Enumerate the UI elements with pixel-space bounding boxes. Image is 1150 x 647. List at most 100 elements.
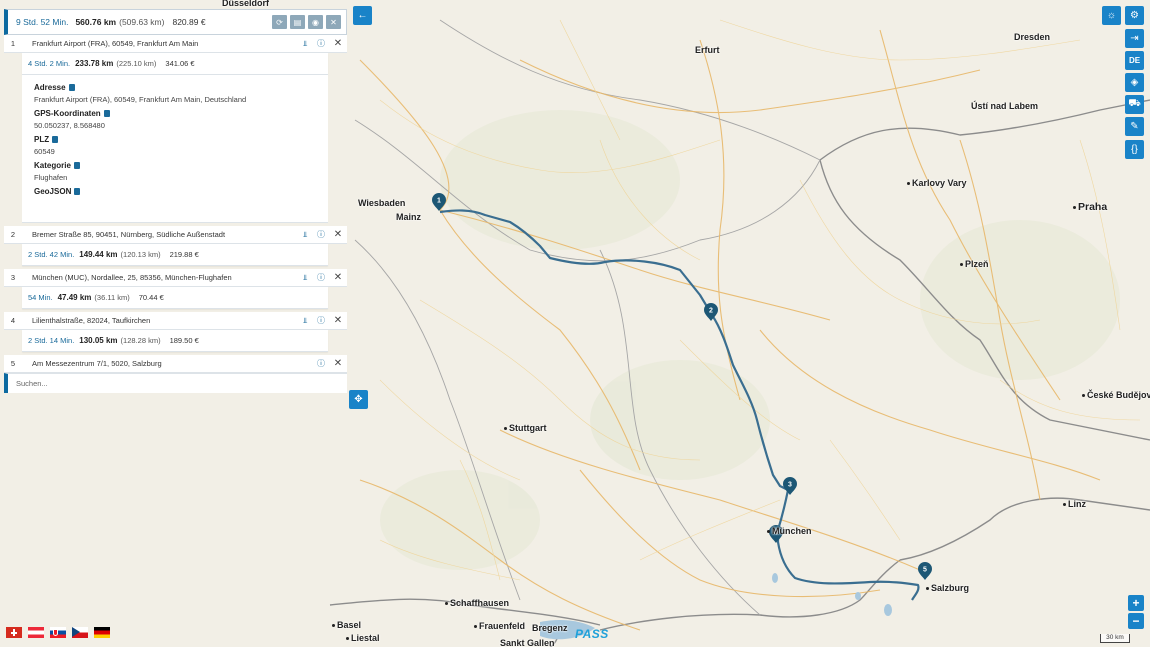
settings-sliders-icon[interactable]: ⫫ bbox=[297, 273, 313, 283]
svg-text:2: 2 bbox=[709, 308, 713, 315]
detail-label: Kategorie bbox=[34, 161, 316, 170]
stop-address: Am Messezentrum 7/1, 5020, Salzburg bbox=[32, 359, 162, 368]
layers-icon[interactable]: ◈ bbox=[1125, 73, 1144, 92]
leg-distance: 149.44 km bbox=[79, 250, 118, 259]
remove-stop-icon[interactable]: ✕ bbox=[329, 315, 347, 326]
austria-flag-icon[interactable] bbox=[28, 627, 44, 638]
total-distance-toll: (509.63 km) bbox=[119, 17, 165, 27]
info-icon[interactable]: ⓘ bbox=[313, 229, 329, 240]
total-time: 9 Std. 52 Min. bbox=[16, 17, 69, 27]
truck-icon[interactable]: ⛟ bbox=[1125, 95, 1144, 114]
info-icon[interactable]: ⓘ bbox=[313, 272, 329, 283]
document-icon[interactable]: ▤ bbox=[290, 15, 305, 29]
language-button[interactable]: DE bbox=[1125, 51, 1144, 70]
country-flags bbox=[6, 627, 110, 638]
city-label: Mainz bbox=[396, 212, 422, 222]
stop-item[interactable]: 3 München (MUC), Nordallee, 25, 85356, M… bbox=[4, 269, 347, 287]
city-label: Praha bbox=[1073, 201, 1107, 213]
city-label: Wiesbaden bbox=[358, 198, 406, 208]
stop-address: Bremer Straße 85, 90451, Nürnberg, Südli… bbox=[32, 230, 226, 239]
detail-label: Adresse bbox=[34, 83, 316, 92]
info-icon[interactable]: ⓘ bbox=[313, 315, 329, 326]
info-icon[interactable]: ⓘ bbox=[313, 38, 329, 49]
city-label: Frauenfeld bbox=[474, 621, 525, 631]
detail-value: 60549 bbox=[34, 147, 55, 156]
stop-number: 5 bbox=[10, 359, 16, 368]
zoom-out-button[interactable]: − bbox=[1128, 613, 1144, 629]
czech-flag-icon[interactable] bbox=[72, 627, 88, 638]
leg-time: 54 Min. bbox=[28, 293, 53, 302]
leg-cost: 219.88 € bbox=[169, 250, 199, 259]
stop-item[interactable]: 2 Bremer Straße 85, 90451, Nürnberg, Süd… bbox=[4, 226, 347, 244]
info-icon[interactable]: ⓘ bbox=[313, 358, 329, 369]
leg-cost: 70.44 € bbox=[138, 293, 164, 302]
leg-summary: 2 Std. 42 Min. 149.44 km (120.13 km) 219… bbox=[22, 244, 328, 266]
city-label: Schaffhausen bbox=[445, 598, 509, 608]
copy-icon[interactable] bbox=[68, 84, 75, 91]
detail-label: GeoJSON bbox=[34, 187, 316, 196]
svg-text:5: 5 bbox=[923, 567, 927, 574]
city-label: Karlovy Vary bbox=[907, 178, 967, 188]
leg-time: 2 Std. 42 Min. bbox=[28, 250, 75, 259]
gear-icon[interactable]: ⚙ bbox=[1125, 6, 1144, 25]
city-label: Salzburg bbox=[926, 583, 969, 593]
stop-number: 4 bbox=[10, 316, 16, 325]
code-braces-icon[interactable]: {} bbox=[1125, 140, 1144, 159]
close-icon[interactable]: ✕ bbox=[326, 15, 341, 29]
stop-details: Adresse Frankfurt Airport (FRA), 60549, … bbox=[22, 75, 328, 223]
settings-sliders-icon[interactable]: ⫫ bbox=[297, 230, 313, 240]
eye-icon[interactable]: ◉ bbox=[308, 15, 323, 29]
remove-stop-icon[interactable]: ✕ bbox=[329, 272, 347, 283]
sun-icon[interactable]: ☼ bbox=[1102, 6, 1121, 25]
stop-number: 1 bbox=[10, 39, 16, 48]
total-distance: 560.76 km bbox=[75, 17, 117, 27]
city-label: Bregenz bbox=[532, 623, 568, 633]
city-label: Liestal bbox=[346, 633, 380, 643]
remove-stop-icon[interactable]: ✕ bbox=[329, 358, 347, 369]
city-label: České Budějovi bbox=[1082, 390, 1150, 400]
stop-item[interactable]: 4 Lilienthalstraße, 82024, Taufkirchen ⫫… bbox=[4, 312, 347, 330]
copy-icon[interactable] bbox=[52, 136, 59, 143]
detail-label: PLZ bbox=[34, 135, 316, 144]
refresh-icon[interactable]: ⟳ bbox=[272, 15, 287, 29]
stop-item[interactable]: 5 Am Messezentrum 7/1, 5020, Salzburg ⓘ … bbox=[4, 355, 347, 373]
city-label: München bbox=[767, 526, 812, 536]
copy-icon[interactable] bbox=[103, 110, 110, 117]
settings-sliders-icon[interactable]: ⫫ bbox=[297, 316, 313, 326]
settings-sliders-icon[interactable]: ⫫ bbox=[297, 39, 313, 49]
leg-distance: 130.05 km bbox=[79, 336, 118, 345]
logout-icon[interactable]: ⇥ bbox=[1125, 29, 1144, 48]
collapse-panel-icon[interactable]: ← bbox=[353, 6, 372, 25]
leg-distance-toll: (225.10 km) bbox=[116, 59, 157, 68]
slovakia-flag-icon[interactable] bbox=[50, 627, 66, 638]
detail-label: GPS-Koordinaten bbox=[34, 109, 316, 118]
leg-time: 2 Std. 14 Min. bbox=[28, 336, 75, 345]
remove-stop-icon[interactable]: ✕ bbox=[329, 229, 347, 240]
remove-stop-icon[interactable]: ✕ bbox=[329, 38, 347, 49]
leg-summary: 2 Std. 14 Min. 130.05 km (128.28 km) 189… bbox=[22, 330, 328, 352]
city-label: Plzeň bbox=[960, 259, 989, 269]
stop-address: Lilienthalstraße, 82024, Taufkirchen bbox=[32, 316, 151, 325]
city-label: Linz bbox=[1063, 499, 1086, 509]
map-scale: 30 km bbox=[1100, 634, 1130, 643]
swiss-flag-icon[interactable] bbox=[6, 627, 22, 638]
copy-icon[interactable] bbox=[74, 188, 81, 195]
svg-text:1: 1 bbox=[437, 198, 441, 205]
leg-time: 4 Std. 2 Min. bbox=[28, 59, 71, 68]
leg-distance-toll: (128.28 km) bbox=[120, 336, 161, 345]
city-label: Düsseldorf bbox=[222, 0, 270, 8]
search-input[interactable]: Suchen... bbox=[4, 373, 347, 393]
leg-cost: 341.06 € bbox=[165, 59, 195, 68]
stop-number: 3 bbox=[10, 273, 16, 282]
leg-distance-toll: (120.13 km) bbox=[120, 250, 161, 259]
move-icon[interactable]: ✥ bbox=[349, 390, 368, 409]
stop-item[interactable]: 1 Frankfurt Airport (FRA), 60549, Frankf… bbox=[4, 35, 347, 53]
ptv-logo: PASS bbox=[575, 627, 609, 641]
route-summary: 9 Std. 52 Min. 560.76 km (509.63 km) 820… bbox=[4, 9, 347, 35]
pencil-icon[interactable]: ✎ bbox=[1125, 117, 1144, 136]
copy-icon[interactable] bbox=[73, 162, 80, 169]
zoom-in-button[interactable]: + bbox=[1128, 595, 1144, 611]
city-label: Basel bbox=[332, 620, 361, 630]
city-label: Dresden bbox=[1014, 32, 1051, 42]
germany-flag-icon[interactable] bbox=[94, 627, 110, 638]
